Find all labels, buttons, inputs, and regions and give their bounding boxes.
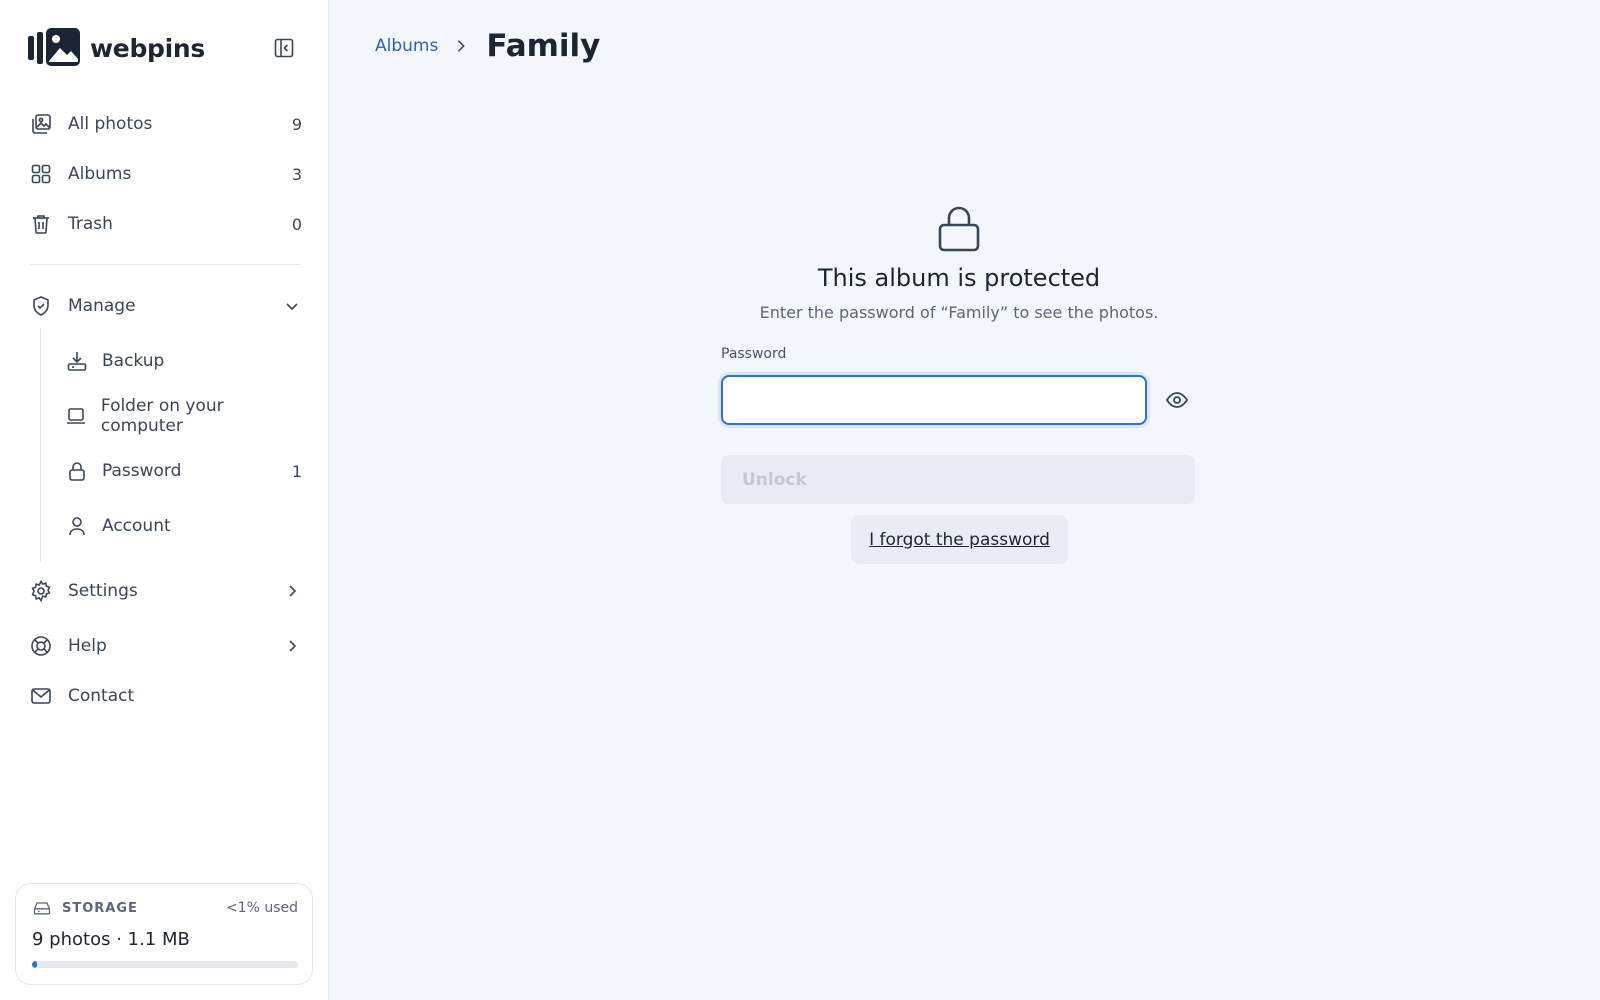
storage-progress-bar bbox=[32, 961, 298, 968]
storage-progress-fill bbox=[32, 961, 37, 968]
sidebar-item-label: Trash bbox=[68, 214, 113, 234]
sidebar-item-count: 0 bbox=[291, 214, 302, 234]
sidebar-item-label: Manage bbox=[68, 296, 136, 316]
sidebar-item-label: Password bbox=[102, 461, 182, 481]
show-password-button[interactable] bbox=[1164, 388, 1190, 412]
mail-icon bbox=[28, 683, 54, 709]
sidebar-item-password[interactable]: Password 1 bbox=[64, 451, 302, 491]
sidebar-item-trash[interactable]: Trash 0 bbox=[28, 204, 302, 244]
sidebar-item-label: Contact bbox=[68, 686, 135, 706]
sidebar-item-label: Account bbox=[102, 516, 171, 536]
password-label: Password bbox=[721, 346, 787, 362]
protected-title: This album is protected bbox=[817, 264, 1101, 292]
sidebar-item-label: Backup bbox=[102, 351, 165, 371]
brand[interactable]: webpins bbox=[28, 28, 205, 68]
shield-check-icon bbox=[28, 293, 54, 319]
gear-icon bbox=[28, 578, 54, 604]
lock-icon bbox=[64, 458, 90, 484]
sidebar-item-settings[interactable]: Settings bbox=[28, 571, 302, 611]
chevron-right-icon bbox=[454, 39, 468, 53]
protected-subtitle: Enter the password of “Family” to see th… bbox=[759, 303, 1159, 322]
sidebar-item-help[interactable]: Help bbox=[28, 626, 302, 666]
sidebar-divider bbox=[30, 264, 300, 265]
sidebar-item-label: Settings bbox=[68, 581, 138, 601]
logo-icon bbox=[28, 28, 80, 66]
drive-icon bbox=[33, 902, 51, 915]
laptop-icon bbox=[64, 403, 89, 429]
forgot-password-button[interactable]: I forgot the password bbox=[851, 515, 1068, 564]
sidebar-item-backup[interactable]: Backup bbox=[64, 341, 302, 381]
eye-icon bbox=[1165, 392, 1189, 408]
chevron-down-icon bbox=[282, 296, 302, 316]
photos-icon bbox=[28, 111, 54, 137]
sidebar-item-folder-on-computer[interactable]: Folder on your computer bbox=[64, 396, 302, 436]
chevron-right-icon bbox=[282, 581, 302, 601]
user-icon bbox=[64, 513, 90, 539]
sidebar-item-label: Folder on your computer bbox=[100, 396, 224, 436]
sidebar-item-account[interactable]: Account bbox=[64, 506, 302, 546]
sidebar-item-all-photos[interactable]: All photos 9 bbox=[28, 104, 302, 144]
unlock-button[interactable]: Unlock bbox=[721, 455, 1195, 504]
sidebar-item-count: 3 bbox=[291, 164, 302, 184]
download-tray-icon bbox=[64, 348, 90, 374]
collapse-sidebar-button[interactable] bbox=[272, 36, 296, 60]
sidebar-collapse-icon bbox=[274, 38, 294, 58]
sidebar-item-label: Albums bbox=[68, 164, 132, 184]
storage-title: STORAGE bbox=[62, 900, 138, 916]
brand-name: webpins bbox=[90, 33, 205, 63]
sidebar: webpins All photos 9 Albums 3 Trash 0 Ma… bbox=[0, 0, 329, 1000]
password-input[interactable] bbox=[721, 375, 1147, 425]
storage-card[interactable]: STORAGE <1% used 9 photos · 1.1 MB bbox=[15, 883, 313, 985]
grid-icon bbox=[28, 161, 54, 187]
sidebar-item-count: 1 bbox=[291, 461, 302, 481]
sidebar-item-label: Help bbox=[68, 636, 107, 656]
storage-summary: 9 photos · 1.1 MB bbox=[32, 929, 190, 950]
chevron-right-icon bbox=[282, 636, 302, 656]
trash-icon bbox=[28, 211, 54, 237]
sidebar-item-manage[interactable]: Manage bbox=[28, 286, 302, 326]
breadcrumb-albums-link[interactable]: Albums bbox=[375, 36, 438, 56]
page-title: Family bbox=[486, 28, 601, 64]
storage-used-label: <1% used bbox=[225, 900, 298, 916]
sidebar-item-count: 9 bbox=[291, 114, 302, 134]
lifebuoy-icon bbox=[28, 633, 54, 659]
storage-header: STORAGE <1% used bbox=[32, 898, 298, 918]
breadcrumb: Albums Family bbox=[375, 26, 600, 66]
sidebar-item-label: All photos bbox=[68, 114, 153, 134]
submenu-guide-line bbox=[40, 328, 41, 562]
sidebar-item-contact[interactable]: Contact bbox=[28, 676, 302, 716]
sidebar-item-albums[interactable]: Albums 3 bbox=[28, 154, 302, 194]
lock-icon bbox=[938, 206, 980, 252]
